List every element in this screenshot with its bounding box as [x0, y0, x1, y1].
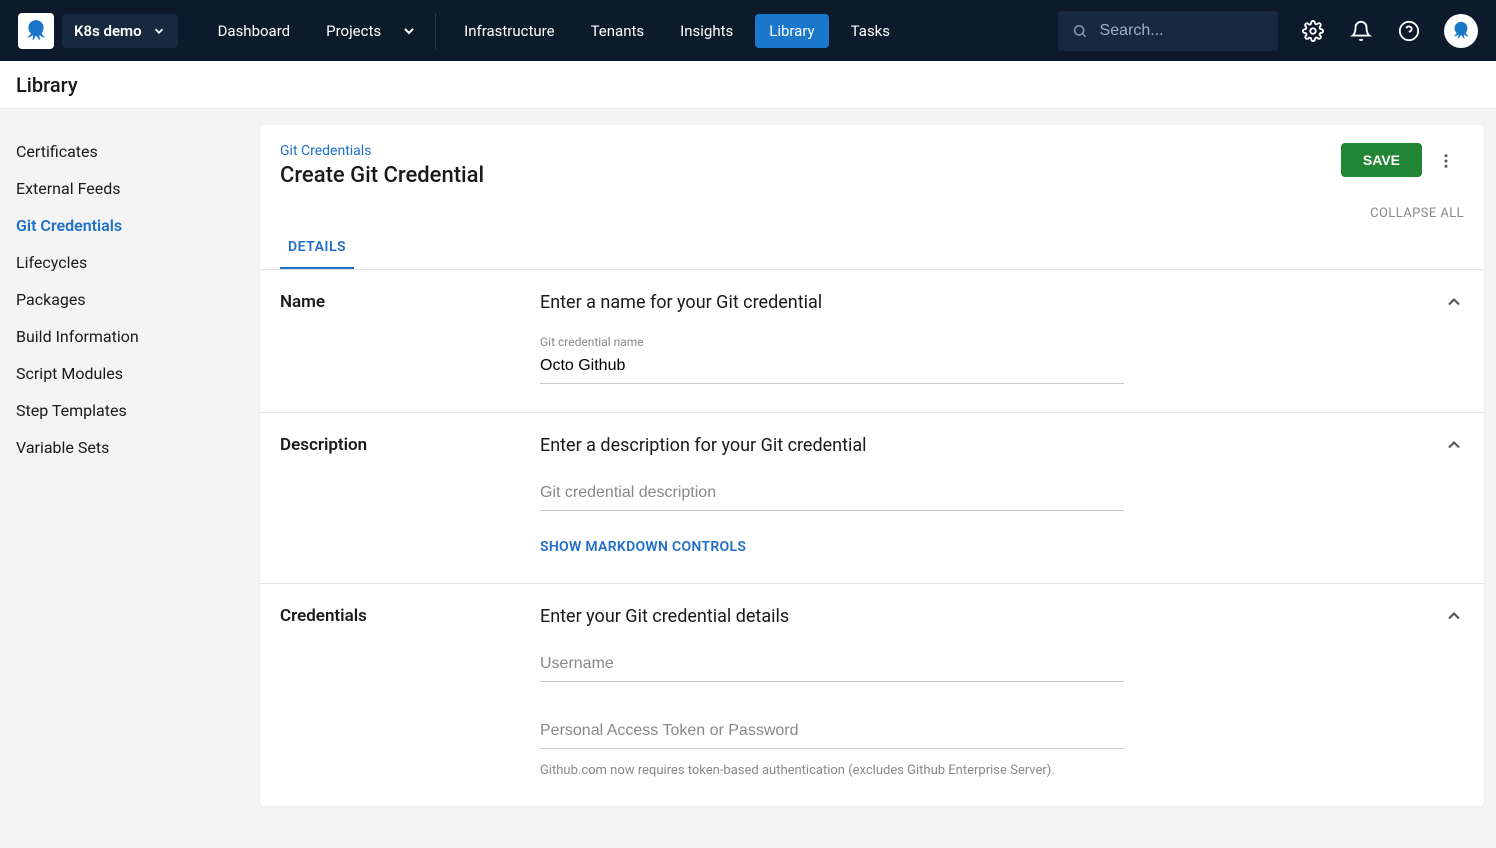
space-name: K8s demo	[74, 22, 142, 40]
chevron-down-icon	[152, 24, 166, 38]
notifications-button[interactable]	[1348, 18, 1374, 44]
subheader: Library	[0, 61, 1496, 109]
search-input[interactable]	[1098, 21, 1264, 41]
help-button[interactable]	[1396, 18, 1422, 44]
bell-icon	[1350, 20, 1372, 42]
octopus-icon	[1450, 20, 1472, 42]
more-actions-button[interactable]	[1428, 143, 1464, 179]
section-credentials: Credentials Enter your Git credential de…	[260, 584, 1484, 806]
description-input[interactable]	[540, 478, 1124, 511]
nav-item-library[interactable]: Library	[755, 14, 828, 48]
sidebar-item-step-templates[interactable]: Step Templates	[16, 392, 244, 429]
nav-item-infrastructure[interactable]: Infrastructure	[450, 14, 568, 48]
nav-item-dashboard[interactable]: Dashboard	[204, 14, 305, 48]
sidebar: Certificates External Feeds Git Credenti…	[0, 109, 260, 848]
space-selector[interactable]: K8s demo	[62, 14, 178, 48]
section-label-description: Description	[280, 435, 540, 555]
main-card: Git Credentials Create Git Credential SA…	[260, 125, 1484, 806]
nav-item-tasks[interactable]: Tasks	[837, 14, 904, 48]
more-vertical-icon	[1437, 152, 1455, 170]
section-label-name: Name	[280, 292, 540, 384]
help-icon	[1398, 20, 1420, 42]
sidebar-item-packages[interactable]: Packages	[16, 281, 244, 318]
section-name: Name Enter a name for your Git credentia…	[260, 270, 1484, 413]
sidebar-item-external-feeds[interactable]: External Feeds	[16, 170, 244, 207]
collapse-toggle-description[interactable]	[1444, 435, 1464, 459]
save-button[interactable]: SAVE	[1341, 143, 1422, 177]
sidebar-item-script-modules[interactable]: Script Modules	[16, 355, 244, 392]
nav-item-tenants[interactable]: Tenants	[577, 14, 659, 48]
gear-icon	[1302, 20, 1324, 42]
credentials-helper: Github.com now requires token-based auth…	[540, 763, 1464, 778]
nav-divider	[435, 13, 436, 49]
search-box[interactable]	[1058, 11, 1278, 51]
settings-button[interactable]	[1300, 18, 1326, 44]
section-description: Description Enter a description for your…	[260, 413, 1484, 584]
octopus-icon	[23, 18, 49, 44]
logo[interactable]	[18, 13, 54, 49]
search-icon	[1072, 22, 1088, 40]
breadcrumb[interactable]: Git Credentials	[280, 143, 1341, 159]
collapse-toggle-name[interactable]	[1444, 292, 1464, 316]
name-field-label: Git credential name	[540, 335, 1124, 349]
collapse-toggle-credentials[interactable]	[1444, 606, 1464, 630]
username-input[interactable]	[540, 649, 1124, 682]
sidebar-item-lifecycles[interactable]: Lifecycles	[16, 244, 244, 281]
sidebar-item-git-credentials[interactable]: Git Credentials	[16, 207, 244, 244]
section-label-credentials: Credentials	[280, 606, 540, 778]
chevron-down-icon[interactable]	[401, 23, 417, 39]
nav-item-projects[interactable]: Projects	[312, 14, 395, 48]
user-avatar[interactable]	[1444, 14, 1478, 48]
collapse-all-button[interactable]: COLLAPSE ALL	[260, 188, 1484, 229]
show-markdown-button[interactable]: SHOW MARKDOWN CONTROLS	[540, 539, 1464, 555]
description-prompt: Enter a description for your Git credent…	[540, 435, 1464, 456]
tab-details[interactable]: DETAILS	[280, 229, 354, 269]
chevron-up-icon	[1444, 435, 1464, 455]
page-title: Create Git Credential	[280, 163, 1341, 188]
topnav: K8s demo Dashboard Projects Infrastructu…	[0, 0, 1496, 61]
chevron-up-icon	[1444, 292, 1464, 312]
subheader-title: Library	[16, 73, 78, 97]
tabs: DETAILS	[260, 229, 1484, 270]
nav-items: Dashboard Projects Infrastructure Tenant…	[204, 13, 904, 49]
name-prompt: Enter a name for your Git credential	[540, 292, 1464, 313]
sidebar-item-build-information[interactable]: Build Information	[16, 318, 244, 355]
nav-item-insights[interactable]: Insights	[666, 14, 747, 48]
sidebar-item-certificates[interactable]: Certificates	[16, 133, 244, 170]
chevron-up-icon	[1444, 606, 1464, 626]
sidebar-item-variable-sets[interactable]: Variable Sets	[16, 429, 244, 466]
credentials-prompt: Enter your Git credential details	[540, 606, 1464, 627]
name-input[interactable]	[540, 351, 1124, 384]
pat-input[interactable]	[540, 716, 1124, 749]
